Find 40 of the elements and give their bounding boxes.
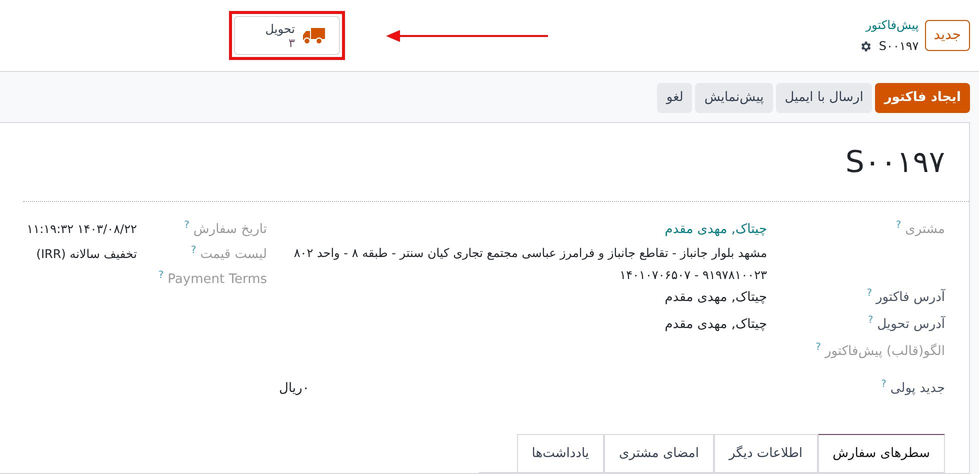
field-label: جدید پولی <box>890 380 945 396</box>
field-value: چیتاک, مهدی مقدم <box>664 288 767 306</box>
help-icon[interactable]: ? <box>881 378 886 390</box>
record-title: S۰۰۱۹۷ <box>844 144 946 182</box>
field-label: مشتری <box>905 222 945 237</box>
stat-count: ۳ <box>288 36 295 50</box>
help-icon[interactable]: ? <box>896 220 902 231</box>
field-label: تاریخ سفارش <box>193 222 267 237</box>
field-label: آدرس تحویل <box>877 316 945 332</box>
field-value: چیتاک, مهدی مقدم <box>664 316 767 334</box>
field-label: لیست قیمت <box>200 247 267 262</box>
tab[interactable]: سطرهای سفارش <box>818 434 945 472</box>
field-label: Payment Terms <box>168 272 267 287</box>
customer-address: مشهد بلوار جانباز - تقاطع جانباز و فرامرز عباسی مجتمع تجاری کیان سنتر - طبقه ۸ - واحد ۸۰۲ ۹۱۹۷۸۱۰۰۲۳ - ۱۴۰۱۰۷۰۶۵۰۷ <box>292 244 767 284</box>
action-button[interactable]: پیش‌نمایش <box>695 83 773 113</box>
record-name: S۰۰۱۹۷ <box>878 38 919 55</box>
help-icon[interactable]: ? <box>184 220 190 231</box>
tab[interactable]: امضای مشتری <box>604 434 714 472</box>
truck-icon <box>303 26 325 44</box>
action-button[interactable]: لغو <box>657 83 692 113</box>
action-button[interactable]: ایجاد فاکتور <box>875 83 970 113</box>
field-label: الگو(قالب) پیش‌فاکتور <box>824 344 945 358</box>
breadcrumb-link[interactable]: پیش‌فاکتور <box>858 16 919 34</box>
stat-label: تحویل <box>265 22 295 36</box>
tab[interactable]: یادداشت‌ها <box>516 434 604 472</box>
field-label: آدرس فاکتور <box>876 290 945 304</box>
help-icon[interactable]: ? <box>816 342 821 352</box>
settings-icon[interactable] <box>858 40 872 52</box>
help-icon[interactable]: ? <box>866 288 872 298</box>
action-button[interactable]: ارسال با ایمیل <box>776 83 872 113</box>
customer-link[interactable]: چیتاک, مهدی مقدم <box>279 220 767 240</box>
help-icon[interactable]: ? <box>158 270 164 281</box>
delivery-stat-button[interactable]: تحویل ۳ <box>234 16 340 55</box>
help-icon[interactable]: ? <box>190 245 196 256</box>
new-button[interactable]: جدید <box>924 20 970 51</box>
field-value: ۱۴۰۳/۰۸/۲۲ ۱۱:۱۹:۳۲ <box>26 221 137 238</box>
tab[interactable]: اطلاعات دیگر <box>714 434 818 472</box>
field-value: تخفیف سالانه (IRR) <box>36 246 137 263</box>
amount-value: ۰ریال <box>279 380 310 398</box>
help-icon[interactable]: ? <box>868 314 874 326</box>
